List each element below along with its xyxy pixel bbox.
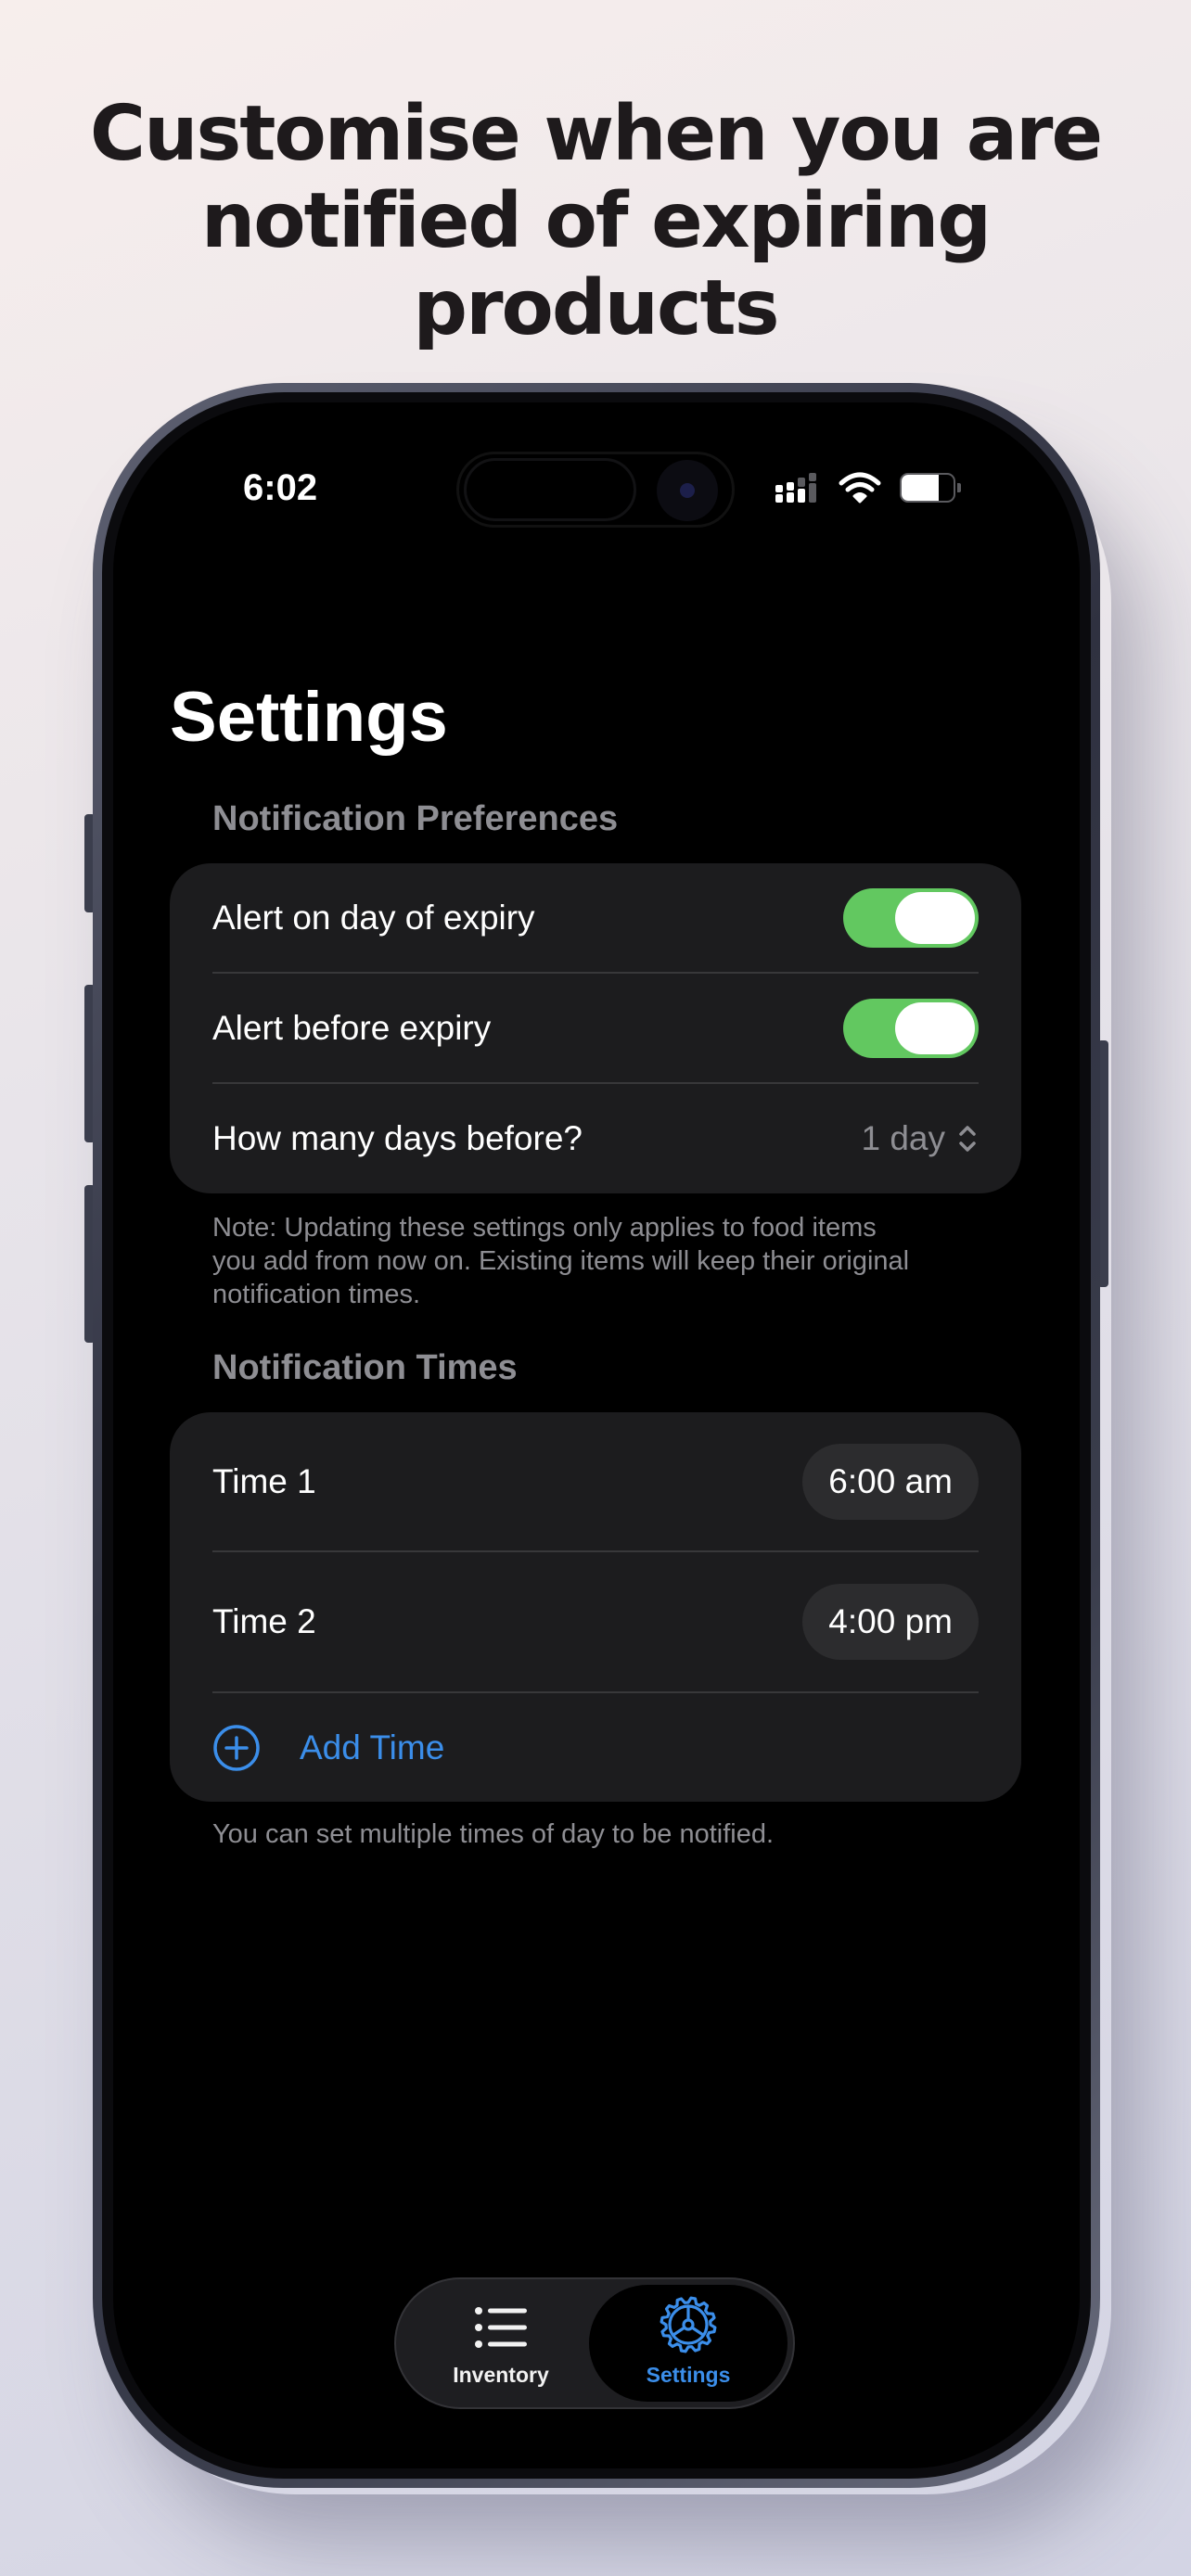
add-time-label: Add Time	[300, 1728, 445, 1766]
days-before-label: How many days before?	[212, 1119, 583, 1157]
days-before-picker[interactable]: 1 day	[861, 1119, 979, 1158]
days-before-row: How many days before? 1 day	[212, 1084, 979, 1193]
battery-icon	[900, 473, 961, 503]
notification-times-header: Notification Times	[212, 1348, 518, 1387]
preferences-footnote: Note: Updating these settings only appli…	[212, 1211, 909, 1311]
alert-before-expiry-row: Alert before expiry	[212, 974, 979, 1083]
phone-screen: 6:02 Settings Notification Preferences A…	[113, 402, 1080, 2468]
alert-on-expiry-row: Alert on day of expiry	[212, 863, 979, 973]
days-before-value: 1 day	[861, 1119, 945, 1157]
time-1-row: Time 1 6:00 am	[212, 1412, 979, 1551]
time-2-picker[interactable]: 4:00 pm	[802, 1584, 979, 1660]
times-footnote: You can set multiple times of day to be …	[212, 1819, 775, 1849]
time-2-label: Time 2	[212, 1602, 316, 1640]
tab-inventory-label: Inventory	[453, 2363, 549, 2387]
tab-bar: Inventory Settings	[394, 2277, 795, 2409]
time-1-picker[interactable]: 6:00 am	[802, 1444, 979, 1520]
alert-on-expiry-toggle[interactable]	[843, 888, 979, 948]
promo-headline: Customise when you are notified of expir…	[0, 91, 1191, 352]
notification-preferences-header: Notification Preferences	[212, 799, 619, 838]
page-title: Settings	[170, 678, 448, 757]
headline-line-3: products	[413, 264, 779, 352]
alert-before-expiry-toggle[interactable]	[843, 999, 979, 1058]
list-icon	[475, 2307, 527, 2348]
preferences-footnote-line-3: notification times.	[212, 1280, 421, 1309]
preferences-footnote-line-2: you add from now on. Existing items will…	[212, 1246, 910, 1276]
headline-line-1: Customise when you are	[89, 90, 1103, 178]
time-1-label: Time 1	[212, 1462, 316, 1500]
chevron-up-down-icon	[959, 1126, 976, 1152]
plus-circle-icon	[213, 1724, 260, 1771]
island-sensor-pill	[464, 458, 636, 521]
add-time-button[interactable]: Add Time	[212, 1693, 979, 1802]
tab-settings-label: Settings	[646, 2363, 731, 2387]
gear-icon	[660, 2296, 717, 2353]
front-camera-icon	[657, 460, 718, 521]
cellular-signal-icon	[775, 473, 816, 503]
time-2-row: Time 2 4:00 pm	[212, 1552, 979, 1691]
notification-preferences-card: Alert on day of expiry Alert before expi…	[170, 863, 1021, 1193]
headline-line-2: notified of expiring	[200, 177, 992, 265]
status-time: 6:02	[243, 467, 318, 508]
status-icons	[774, 471, 961, 504]
tab-settings[interactable]: Settings	[589, 2285, 788, 2402]
tab-inventory[interactable]: Inventory	[402, 2285, 600, 2402]
wifi-icon	[839, 472, 881, 504]
alert-before-expiry-label: Alert before expiry	[212, 1009, 492, 1047]
notification-times-card: Time 1 6:00 am Time 2 4:00 pm Add Time	[170, 1412, 1021, 1802]
preferences-footnote-line-1: Note: Updating these settings only appli…	[212, 1213, 877, 1243]
alert-on-expiry-label: Alert on day of expiry	[212, 899, 535, 937]
